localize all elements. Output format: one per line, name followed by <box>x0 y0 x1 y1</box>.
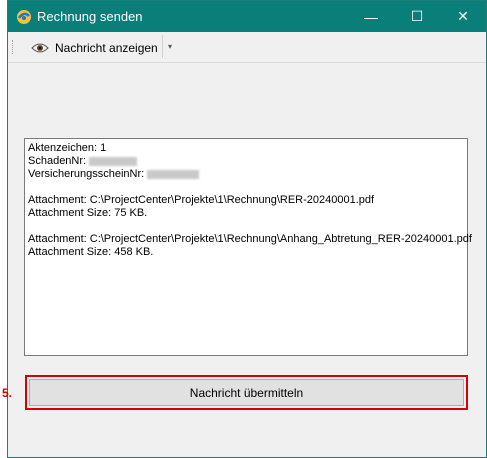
log-line-attachment2-size: Attachment Size: 458 KB. <box>28 246 154 258</box>
message-log[interactable]: Aktenzeichen: 1 SchadenNr: Versicherungs… <box>24 138 472 356</box>
close-button[interactable]: ✕ <box>440 1 486 32</box>
show-message-label: Nachricht anzeigen <box>55 40 158 55</box>
schadennr-label: SchadenNr: <box>28 155 87 167</box>
toolbar-grip-icon[interactable] <box>12 40 16 54</box>
eye-icon <box>31 43 49 52</box>
log-line-schadennr: SchadenNr: <box>28 155 464 168</box>
log-spacer <box>28 181 464 194</box>
send-message-button[interactable]: Nachricht übermitteln <box>29 379 464 406</box>
highlight-frame: Nachricht übermitteln <box>25 375 468 410</box>
log-line-attachment1-path: Attachment: C:\ProjectCenter\Projekte\1\… <box>28 194 375 206</box>
log-line-versicherungsschein: VersicherungsscheinNr: <box>28 168 464 181</box>
redacted-value <box>89 156 138 166</box>
minimize-button[interactable]: — <box>348 1 394 32</box>
log-line-attachment2-path: Attachment: C:\ProjectCenter\Projekte\1\… <box>28 233 472 245</box>
versicherungsschein-label: VersicherungsscheinNr: <box>28 168 145 180</box>
window-title: Rechnung senden <box>37 9 143 24</box>
log-line-attachment1-size: Attachment Size: 75 KB. <box>28 207 148 219</box>
maximize-button[interactable]: ☐ <box>394 1 440 32</box>
app-icon <box>17 10 31 24</box>
dropdown-arrow-icon[interactable]: ▾ <box>162 35 177 58</box>
toolbar: Nachricht anzeigen ▾ <box>8 32 486 63</box>
show-message-button[interactable]: Nachricht anzeigen <box>26 35 163 60</box>
log-line-aktenzeichen: Aktenzeichen: 1 <box>28 142 107 154</box>
step-number: 5. <box>2 386 13 400</box>
redacted-value <box>147 169 200 179</box>
log-spacer <box>28 220 464 233</box>
title-bar[interactable]: Rechnung senden — ☐ ✕ <box>8 1 486 32</box>
